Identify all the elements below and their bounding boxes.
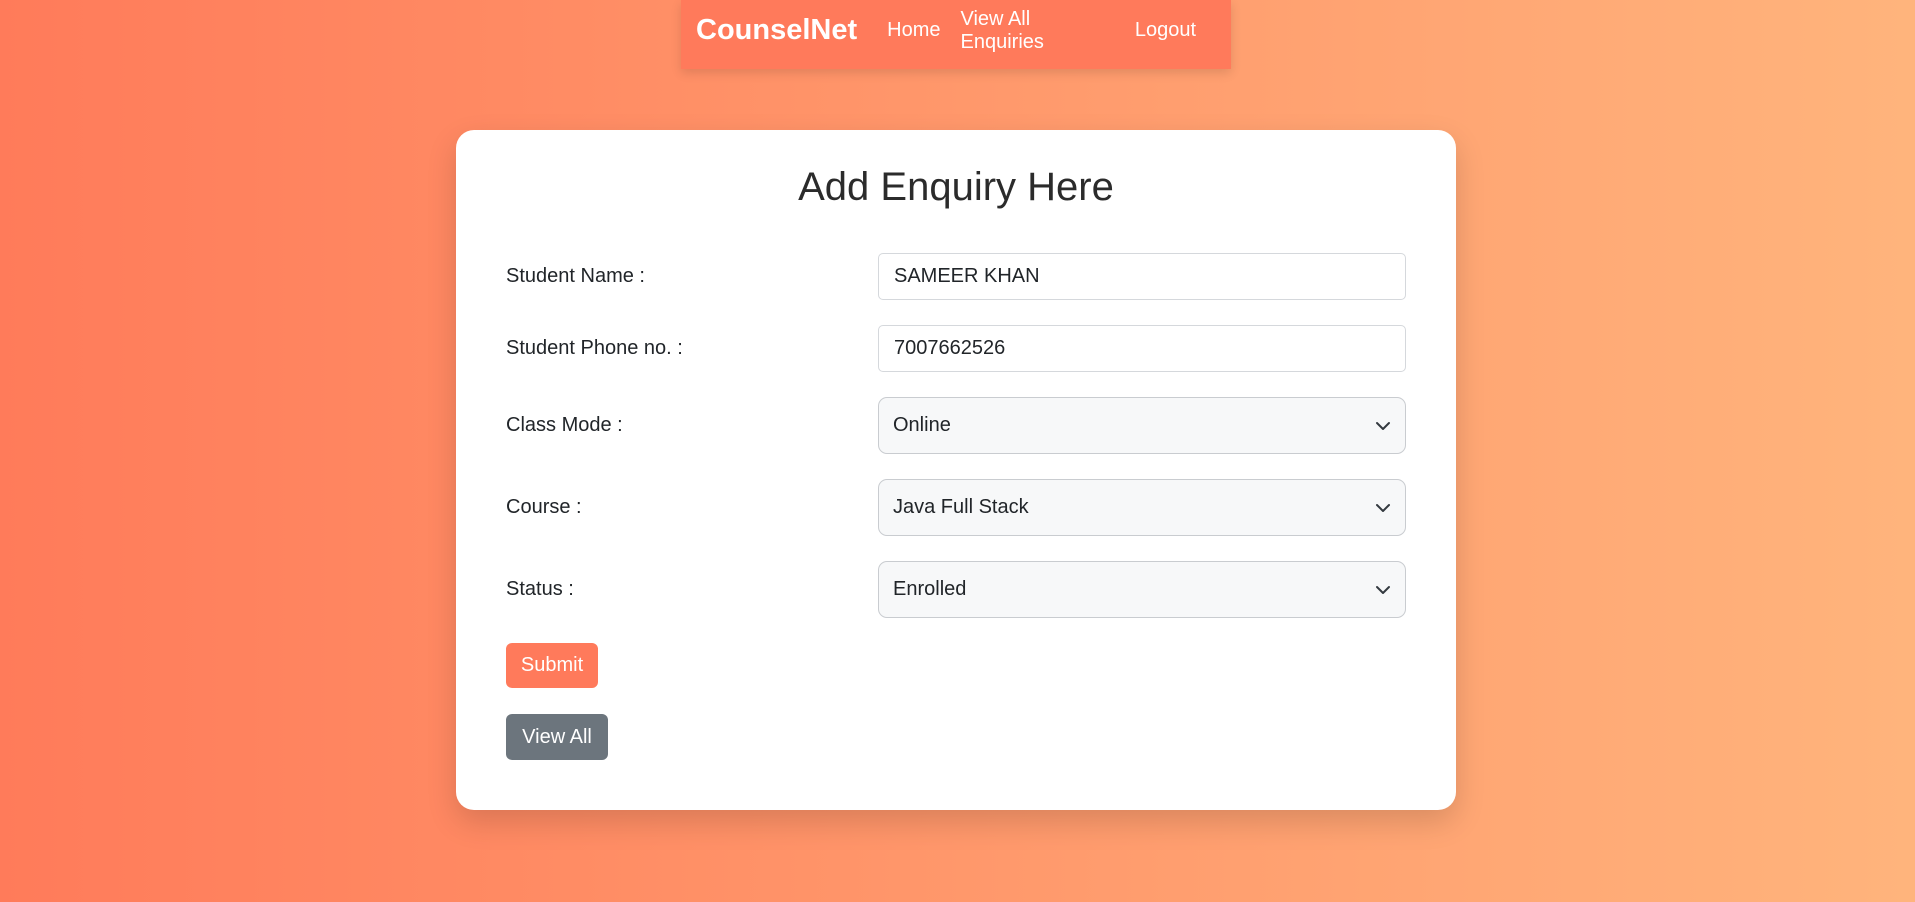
course-row: Course : Java Full Stack xyxy=(506,479,1412,536)
student-phone-input[interactable] xyxy=(878,325,1406,372)
nav-link-logout[interactable]: Logout xyxy=(1135,19,1196,42)
student-phone-row: Student Phone no. : xyxy=(506,325,1412,372)
chevron-down-icon xyxy=(1376,585,1390,594)
status-row: Status : Enrolled xyxy=(506,561,1412,618)
chevron-down-icon xyxy=(1376,421,1390,430)
enquiry-form-card: Add Enquiry Here Student Name : Student … xyxy=(456,130,1456,810)
class-mode-row: Class Mode : Online xyxy=(506,397,1412,454)
brand-logo[interactable]: CounselNet xyxy=(696,14,857,47)
status-label: Status : xyxy=(506,578,574,600)
student-name-input[interactable] xyxy=(878,253,1406,300)
student-name-label: Student Name : xyxy=(506,265,645,287)
top-navbar: CounselNet Home View All Enquiries Logou… xyxy=(681,0,1231,69)
chevron-down-icon xyxy=(1376,503,1390,512)
student-name-row: Student Name : xyxy=(506,253,1412,300)
class-mode-select[interactable]: Online xyxy=(878,397,1406,454)
nav-link-home[interactable]: Home xyxy=(887,19,940,42)
class-mode-label: Class Mode : xyxy=(506,414,623,436)
status-selected-value: Enrolled xyxy=(893,578,967,600)
course-selected-value: Java Full Stack xyxy=(893,496,1029,518)
status-select[interactable]: Enrolled xyxy=(878,561,1406,618)
class-mode-selected-value: Online xyxy=(893,414,951,436)
page-title: Add Enquiry Here xyxy=(798,165,1114,209)
nav-link-view-all-enquiries[interactable]: View All Enquiries xyxy=(961,8,1115,54)
student-phone-label: Student Phone no. : xyxy=(506,337,683,359)
course-select[interactable]: Java Full Stack xyxy=(878,479,1406,536)
submit-button[interactable]: Submit xyxy=(506,643,598,688)
view-all-button[interactable]: View All xyxy=(506,714,608,760)
course-label: Course : xyxy=(506,496,582,518)
